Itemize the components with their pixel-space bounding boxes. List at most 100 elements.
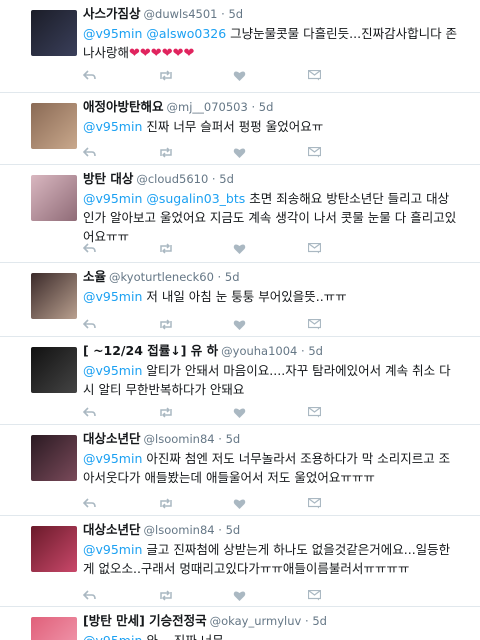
tweet-header: 사스가짐상 @duwls4501 · 5d bbox=[83, 6, 460, 22]
timestamp[interactable]: 5d bbox=[308, 344, 323, 358]
mention-link[interactable]: @v95min bbox=[83, 451, 142, 466]
separator-dot: · bbox=[297, 344, 309, 358]
retweet-icon[interactable] bbox=[158, 70, 172, 82]
mention-link[interactable]: @sugalin03_bts bbox=[146, 191, 245, 206]
tweet-item[interactable]: 대상소년단 @lsoomin84 · 5d @v95min 아진짜 첨엔 저도 너무… bbox=[0, 425, 480, 516]
tweet-header: [ ~12/24 접률↓] 유 하 @youha1004 · 5d bbox=[83, 343, 460, 359]
display-name[interactable]: 소율 bbox=[83, 269, 106, 284]
user-handle[interactable]: @youha1004 bbox=[221, 344, 297, 358]
tweet-header: 방탄 대상 @cloud5610 · 5d bbox=[83, 171, 460, 187]
mention-link[interactable]: @alswo0326 bbox=[146, 26, 226, 41]
like-icon[interactable] bbox=[233, 147, 247, 159]
display-name[interactable]: 방탄 대상 bbox=[83, 171, 133, 186]
timestamp[interactable]: 5d bbox=[259, 100, 274, 114]
mention-link[interactable]: @v95min bbox=[83, 363, 142, 378]
avatar[interactable] bbox=[31, 175, 77, 221]
tweet-content: 대상소년단 @lsoomin84 · 5d @v95min 아진짜 첨엔 저도 너무… bbox=[83, 431, 460, 487]
avatar[interactable] bbox=[31, 10, 77, 56]
reply-icon[interactable] bbox=[83, 590, 97, 602]
user-handle[interactable]: @kyoturtleneck60 bbox=[109, 270, 214, 284]
user-handle[interactable]: @mj__070503 bbox=[167, 100, 248, 114]
tweet-text: @v95min @alswo0326 그냥눈물콧물 다흘린듯...진짜감사합니다… bbox=[83, 24, 460, 63]
tweet-item[interactable]: 소율 @kyoturtleneck60 · 5d @v95min 저 내일 아침 눈… bbox=[0, 263, 480, 337]
display-name[interactable]: [ ~12/24 접률↓] 유 하 bbox=[83, 343, 218, 358]
dm-icon[interactable] bbox=[308, 147, 322, 159]
retweet-icon[interactable] bbox=[158, 243, 172, 255]
display-name[interactable]: [방탄 만세] 기승전정국 bbox=[83, 613, 207, 628]
avatar[interactable] bbox=[31, 273, 77, 319]
dm-icon[interactable] bbox=[308, 498, 322, 510]
reply-icon[interactable] bbox=[83, 407, 97, 419]
tweet-content: 사스가짐상 @duwls4501 · 5d @v95min @alswo0326 그… bbox=[83, 6, 460, 63]
like-icon[interactable] bbox=[233, 498, 247, 510]
timestamp[interactable]: 5d bbox=[225, 270, 240, 284]
display-name[interactable]: 대상소년단 bbox=[83, 431, 141, 446]
avatar[interactable] bbox=[31, 617, 77, 640]
avatar[interactable] bbox=[31, 347, 77, 393]
reply-icon[interactable] bbox=[83, 319, 97, 331]
like-icon[interactable] bbox=[233, 70, 247, 82]
dm-icon[interactable] bbox=[308, 319, 322, 331]
retweet-icon[interactable] bbox=[158, 498, 172, 510]
display-name[interactable]: 대상소년단 bbox=[83, 522, 141, 537]
retweet-icon[interactable] bbox=[158, 590, 172, 602]
timestamp[interactable]: 5d bbox=[228, 7, 243, 21]
tweet-item[interactable]: 사스가짐상 @duwls4501 · 5d @v95min @alswo0326 그… bbox=[0, 0, 480, 93]
timestamp[interactable]: 5d bbox=[226, 432, 241, 446]
timestamp[interactable]: 5d bbox=[312, 614, 327, 628]
tweet-item[interactable]: [방탄 만세] 기승전정국@okay_urmyluv · 5d @v95min 와… bbox=[0, 607, 480, 640]
retweet-icon[interactable] bbox=[158, 147, 172, 159]
like-icon[interactable] bbox=[233, 319, 247, 331]
display-name[interactable]: 사스가짐상 bbox=[83, 6, 141, 21]
like-icon[interactable] bbox=[233, 243, 247, 255]
user-handle[interactable]: @cloud5610 bbox=[136, 172, 208, 186]
tweet-item[interactable]: [ ~12/24 접률↓] 유 하 @youha1004 · 5d @v95min … bbox=[0, 337, 480, 425]
tweet-item[interactable]: 방탄 대상 @cloud5610 · 5d @v95min @sugalin03_b… bbox=[0, 165, 480, 263]
user-handle[interactable]: @okay_urmyluv bbox=[210, 614, 302, 628]
tweet-content: [방탄 만세] 기승전정국@okay_urmyluv · 5d @v95min 와… bbox=[83, 613, 460, 640]
dm-icon[interactable] bbox=[308, 70, 322, 82]
timestamp[interactable]: 5d bbox=[226, 523, 241, 537]
avatar[interactable] bbox=[31, 526, 77, 572]
reply-icon[interactable] bbox=[83, 70, 97, 82]
tweet-content: 애정아방탄해요 @mj__070503 · 5d @v95min 진짜 너무 슬퍼서… bbox=[83, 99, 460, 136]
tweet-body: 와... 진짜 너무 bbox=[146, 633, 223, 640]
tweet-actions bbox=[83, 147, 343, 161]
mention-link[interactable]: @v95min bbox=[83, 26, 142, 41]
tweet-item[interactable]: 애정아방탄해요 @mj__070503 · 5d @v95min 진짜 너무 슬퍼서… bbox=[0, 93, 480, 165]
mention-link[interactable]: @v95min bbox=[83, 119, 142, 134]
reply-icon[interactable] bbox=[83, 498, 97, 510]
like-icon[interactable] bbox=[233, 590, 247, 602]
separator-dot: · bbox=[217, 7, 229, 21]
tweet-header: 소율 @kyoturtleneck60 · 5d bbox=[83, 269, 460, 285]
tweet-text: @v95min 글고 진짜첨에 상받는게 하나도 없을것같은거에요...일등한게… bbox=[83, 540, 460, 578]
reply-icon[interactable] bbox=[83, 243, 97, 255]
retweet-icon[interactable] bbox=[158, 319, 172, 331]
tweet-header: 애정아방탄해요 @mj__070503 · 5d bbox=[83, 99, 460, 115]
user-handle[interactable]: @duwls4501 bbox=[144, 7, 218, 21]
separator-dot: · bbox=[247, 100, 259, 114]
user-handle[interactable]: @lsoomin84 bbox=[144, 523, 215, 537]
tweet-item[interactable]: 대상소년단 @lsoomin84 · 5d @v95min 글고 진짜첨에 상받는게… bbox=[0, 516, 480, 607]
tweet-content: 방탄 대상 @cloud5610 · 5d @v95min @sugalin03_b… bbox=[83, 171, 460, 246]
avatar[interactable] bbox=[31, 103, 77, 149]
avatar[interactable] bbox=[31, 435, 77, 481]
tweet-text: @v95min @sugalin03_bts 초면 죄송해요 방탄소년단 들리고… bbox=[83, 189, 460, 246]
tweet-text: @v95min 알티가 안돼서 마음이요....자꾸 탐라에있어서 계속 취소 … bbox=[83, 361, 460, 399]
reply-icon[interactable] bbox=[83, 147, 97, 159]
like-icon[interactable] bbox=[233, 407, 247, 419]
mention-link[interactable]: @v95min bbox=[83, 191, 142, 206]
mention-link[interactable]: @v95min bbox=[83, 289, 142, 304]
timestamp[interactable]: 5d bbox=[219, 172, 234, 186]
mention-link[interactable]: @v95min bbox=[83, 542, 142, 557]
tweet-body: 저 내일 아침 눈 퉁퉁 부어있을뜻..ㅠㅠ bbox=[146, 289, 347, 304]
mention-link[interactable]: @v95min bbox=[83, 633, 142, 640]
retweet-icon[interactable] bbox=[158, 407, 172, 419]
dm-icon[interactable] bbox=[308, 590, 322, 602]
tweet-actions bbox=[83, 319, 343, 333]
dm-icon[interactable] bbox=[308, 407, 322, 419]
user-handle[interactable]: @lsoomin84 bbox=[144, 432, 215, 446]
display-name[interactable]: 애정아방탄해요 bbox=[83, 99, 164, 114]
dm-icon[interactable] bbox=[308, 243, 322, 255]
separator-dot: · bbox=[301, 614, 313, 628]
